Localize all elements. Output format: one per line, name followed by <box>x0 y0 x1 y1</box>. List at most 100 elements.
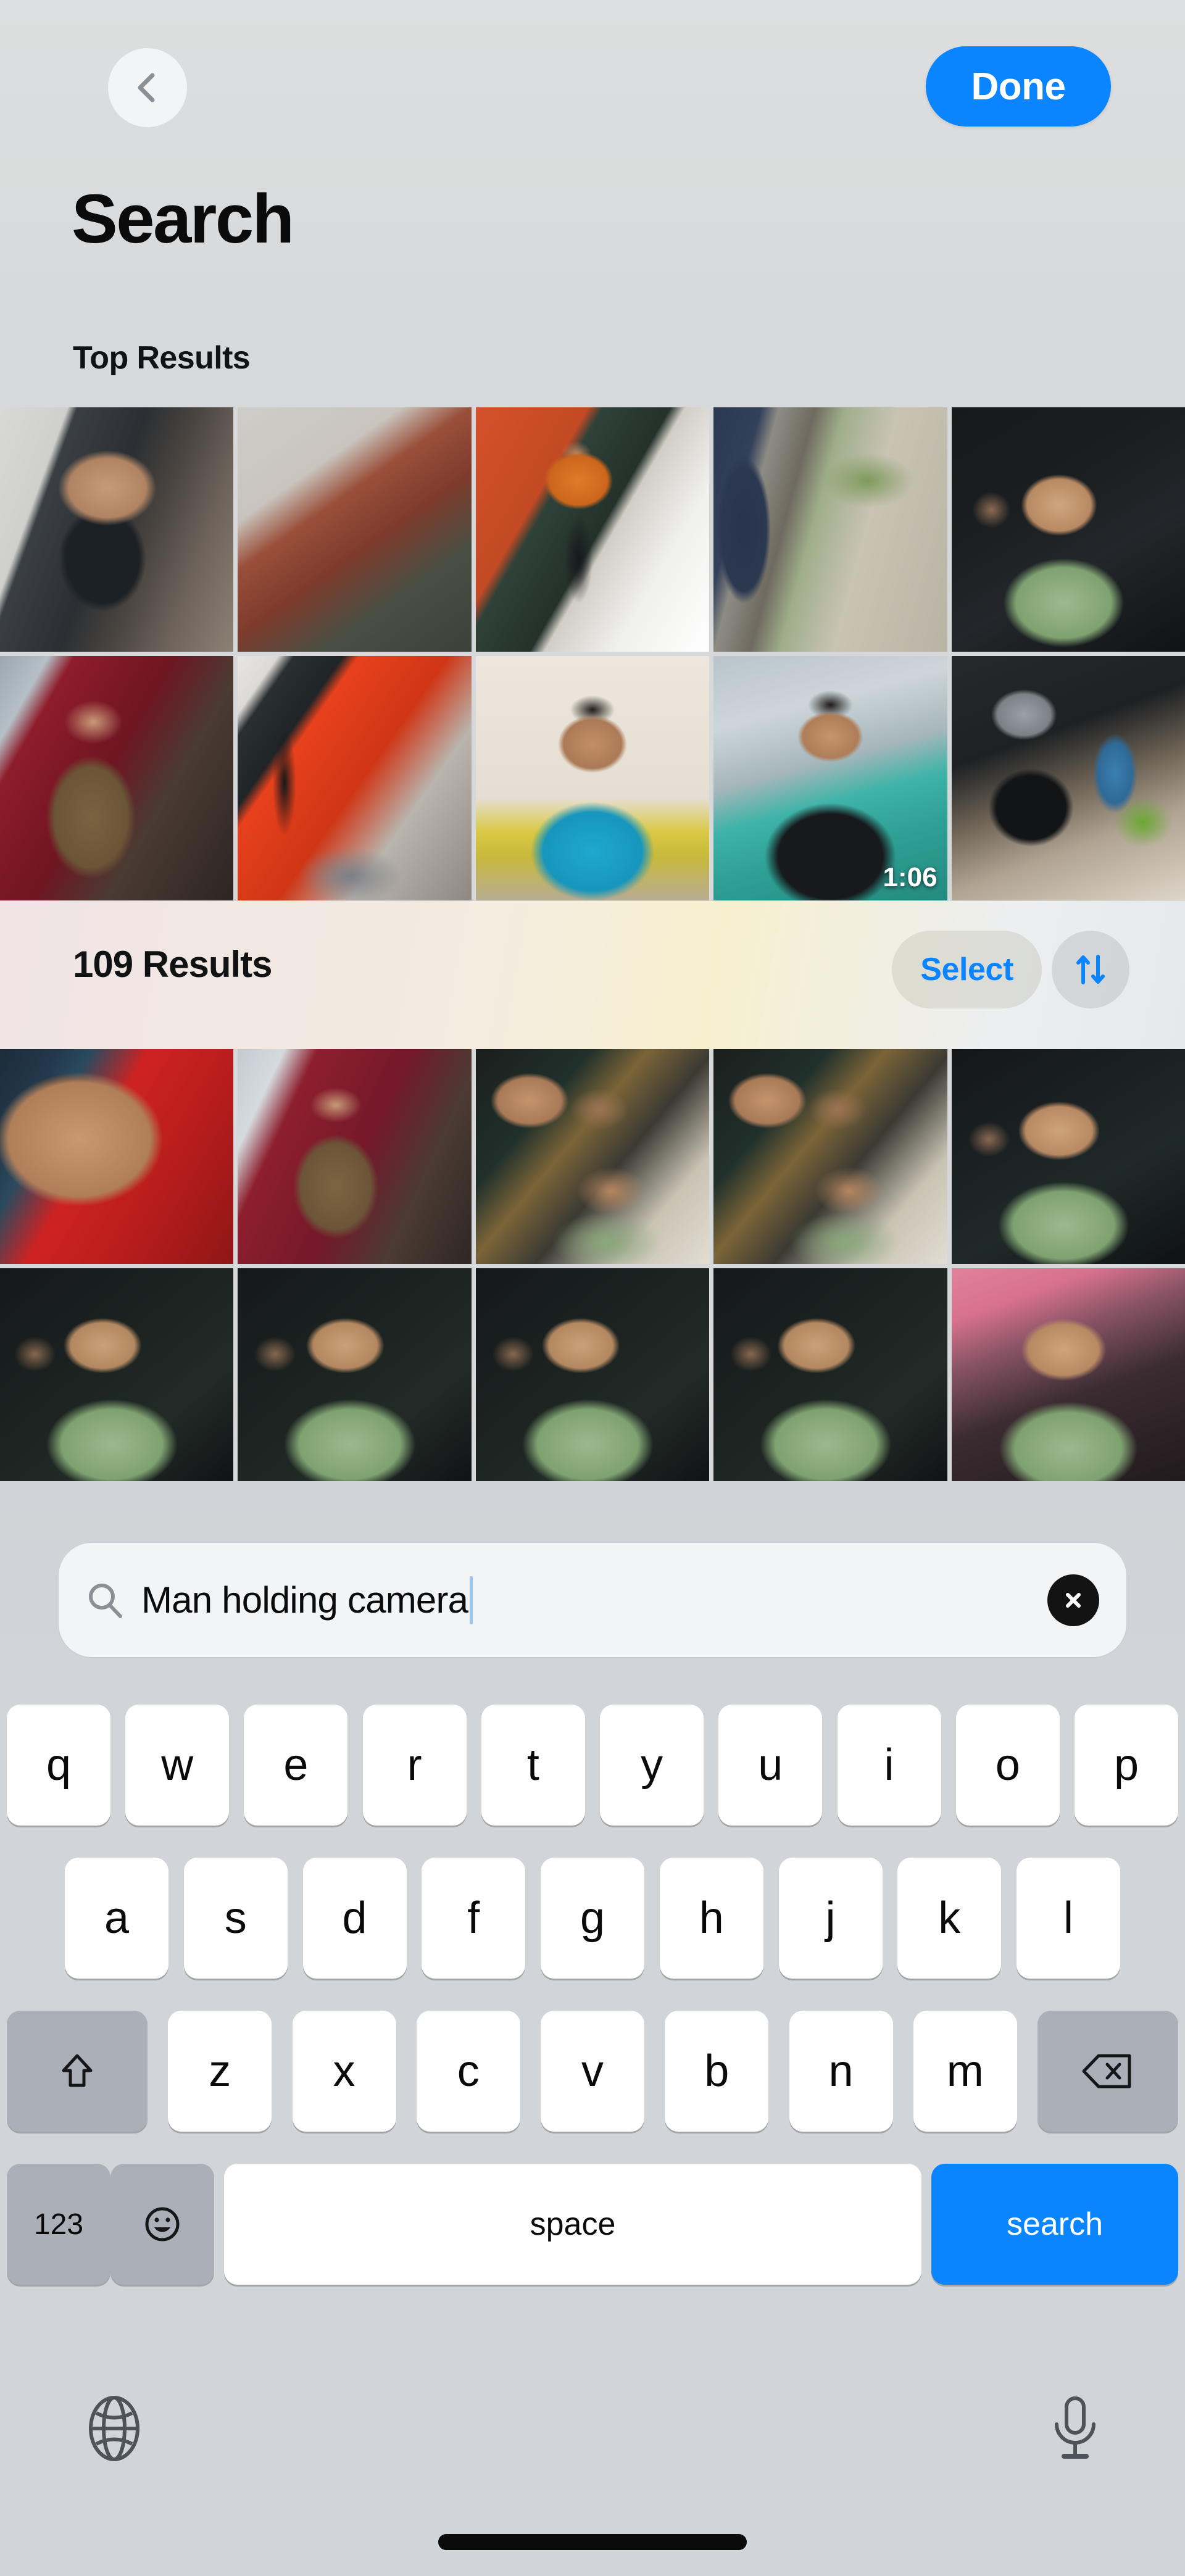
photo-thumbnail[interactable] <box>951 407 1185 652</box>
key-y[interactable]: y <box>600 1705 704 1826</box>
key-a[interactable]: a <box>65 1858 168 1979</box>
photo-subject <box>951 1268 1185 1481</box>
photo-thumbnail[interactable] <box>238 407 472 652</box>
key-r[interactable]: r <box>362 1705 467 1826</box>
photo-subject <box>0 656 234 900</box>
key-t[interactable]: t <box>481 1705 585 1826</box>
key-z[interactable]: z <box>168 2011 272 2132</box>
photos-search-screen: Done Search Top Results 1:06 109 Results… <box>0 0 1185 2576</box>
search-field[interactable]: Man holding camera <box>59 1543 1126 1657</box>
photo-thumbnail[interactable] <box>713 407 947 652</box>
photo-thumbnail[interactable] <box>475 656 710 900</box>
results-scroll-area[interactable]: Done Search Top Results 1:06 109 Results… <box>0 0 1185 1481</box>
key-w[interactable]: w <box>125 1705 230 1826</box>
photo-subject <box>238 1268 472 1481</box>
key-m[interactable]: m <box>913 2011 1017 2132</box>
photo-thumbnail[interactable] <box>951 656 1185 900</box>
photo-thumbnail[interactable] <box>475 407 710 652</box>
photo-thumbnail[interactable] <box>0 1049 234 1264</box>
photo-thumbnail[interactable]: 1:06 <box>713 656 947 900</box>
photo-subject <box>0 407 234 652</box>
done-button-label: Done <box>971 65 1066 108</box>
key-c[interactable]: c <box>416 2011 520 2132</box>
key-i[interactable]: i <box>837 1705 941 1826</box>
keyboard-row-4: 123 space search <box>0 2164 1185 2285</box>
photo-subject <box>713 407 947 652</box>
keyboard-region: Man holding camera q w e r t y u i o p a… <box>0 1481 1185 2576</box>
key-s[interactable]: s <box>183 1858 288 1979</box>
key-d[interactable]: d <box>302 1858 407 1979</box>
chevron-left-icon <box>138 73 155 102</box>
key-x[interactable]: x <box>292 2011 396 2132</box>
clear-search-button[interactable] <box>1047 1574 1099 1626</box>
search-query-wrap[interactable]: Man holding camera <box>141 1576 1047 1624</box>
search-accessory-bar: Man holding camera <box>0 1481 1185 1672</box>
shift-key[interactable] <box>7 2011 148 2132</box>
backspace-key[interactable] <box>1037 2011 1178 2132</box>
key-b[interactable]: b <box>665 2011 769 2132</box>
select-button[interactable]: Select <box>892 931 1042 1008</box>
key-j[interactable]: j <box>778 1858 883 1979</box>
key-g[interactable]: g <box>541 1858 644 1979</box>
photo-thumbnail[interactable] <box>238 1268 472 1481</box>
globe-icon[interactable] <box>80 2395 148 2462</box>
photo-thumbnail[interactable] <box>0 1268 234 1481</box>
key-f[interactable]: f <box>422 1858 526 1979</box>
page-title: Search <box>72 180 294 257</box>
photo-thumbnail[interactable] <box>0 656 234 900</box>
key-n[interactable]: n <box>789 2011 893 2132</box>
photo-thumbnail[interactable] <box>713 1268 947 1481</box>
photo-subject <box>713 1049 947 1264</box>
sort-arrows-icon <box>1076 955 1105 984</box>
search-icon <box>89 1583 122 1618</box>
keyboard-row-2: a s d f g h j k l <box>0 1858 1185 1979</box>
sort-button[interactable] <box>1052 931 1129 1008</box>
photo-subject <box>475 1049 710 1264</box>
select-button-label: Select <box>920 952 1013 987</box>
photo-thumbnail[interactable] <box>238 1049 472 1264</box>
numbers-key[interactable]: 123 <box>7 2164 110 2285</box>
photo-thumbnail[interactable] <box>238 656 472 900</box>
key-u[interactable]: u <box>718 1705 823 1826</box>
video-duration-badge: 1:06 <box>883 862 938 892</box>
navigation-bar: Done <box>0 0 1185 154</box>
clear-circle-icon <box>1066 1592 1081 1608</box>
photo-thumbnail[interactable] <box>0 407 234 652</box>
photo-subject <box>238 407 471 652</box>
photo-subject <box>951 656 1185 900</box>
key-k[interactable]: k <box>897 1858 1002 1979</box>
photo-subject <box>475 407 710 652</box>
key-o[interactable]: o <box>955 1705 1060 1826</box>
photo-subject <box>475 656 710 900</box>
on-screen-keyboard[interactable]: q w e r t y u i o p a s d f g h j k l z … <box>0 1672 1185 2370</box>
all-results-grid[interactable] <box>0 1049 1185 1481</box>
key-e[interactable]: e <box>244 1705 348 1826</box>
key-v[interactable]: v <box>541 2011 644 2132</box>
key-p[interactable]: p <box>1074 1705 1178 1826</box>
emoji-key[interactable] <box>110 2164 214 2285</box>
smiley-icon <box>145 2207 180 2242</box>
done-button[interactable]: Done <box>926 46 1111 127</box>
space-key[interactable]: space <box>224 2164 921 2285</box>
photo-thumbnail[interactable] <box>951 1049 1185 1264</box>
key-h[interactable]: h <box>659 1858 763 1979</box>
keyboard-row-1: q w e r t y u i o p <box>0 1705 1185 1826</box>
keyboard-row-3: z x c v b n m <box>0 2011 1185 2132</box>
photo-thumbnail[interactable] <box>951 1268 1185 1481</box>
photo-subject <box>0 1268 234 1481</box>
photo-subject <box>475 1268 710 1481</box>
photo-subject <box>713 1268 947 1481</box>
photo-thumbnail[interactable] <box>475 1049 710 1264</box>
key-q[interactable]: q <box>7 1705 110 1826</box>
backspace-icon <box>1082 2054 1131 2088</box>
search-return-key[interactable]: search <box>931 2164 1178 2285</box>
photo-thumbnail[interactable] <box>713 1049 947 1264</box>
photo-thumbnail[interactable] <box>475 1268 710 1481</box>
photo-subject <box>951 407 1185 652</box>
microphone-icon[interactable] <box>1046 2395 1105 2462</box>
key-l[interactable]: l <box>1017 1858 1120 1979</box>
text-caret <box>470 1576 473 1624</box>
back-button[interactable] <box>108 48 187 127</box>
keyboard-bottom-bar <box>0 2370 1185 2576</box>
top-results-grid[interactable]: 1:06 <box>0 407 1185 901</box>
